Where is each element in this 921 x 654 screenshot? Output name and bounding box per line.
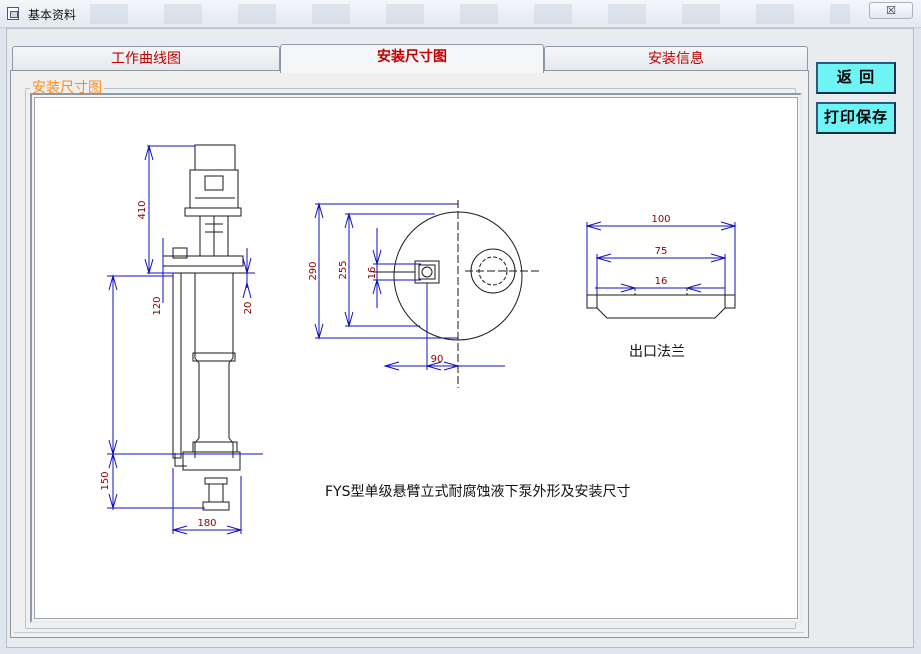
dim-290: 290 <box>308 261 319 280</box>
tab-work-curve[interactable]: 工作曲线图 <box>12 46 280 72</box>
tab-install-dimensions[interactable]: 安装尺寸图 <box>280 44 544 73</box>
drawing-frame: 410 120 20 150 180 290 255 16 90 100 75 … <box>30 93 802 623</box>
dim-16-top: 16 <box>367 267 378 280</box>
close-button[interactable]: ☒ <box>869 2 913 19</box>
dim-90: 90 <box>431 354 444 365</box>
tab-control: 工作曲线图 安装尺寸图 安装信息 安装尺寸图 410 120 20 150 18… <box>10 44 809 638</box>
dim-20: 20 <box>243 302 254 315</box>
dim-150: 150 <box>100 471 111 490</box>
bottom-divider <box>14 632 804 636</box>
back-button[interactable]: 返 回 <box>816 62 896 94</box>
dim-255: 255 <box>338 260 349 279</box>
dim-410: 410 <box>137 200 148 219</box>
dim-120: 120 <box>152 296 163 315</box>
tab-install-info[interactable]: 安装信息 <box>544 46 808 72</box>
background-ribbon-ghost <box>90 4 850 24</box>
dim-flange-16: 16 <box>655 276 668 287</box>
print-save-button[interactable]: 打印保存 <box>816 102 896 134</box>
title-bar: 基本资料 ☒ <box>0 0 921 28</box>
drawing-caption: FYS型单级悬臂立式耐腐蚀液下泵外形及安装尺寸 <box>325 484 631 500</box>
installation-drawing: 410 120 20 150 180 290 255 16 90 100 75 … <box>34 97 798 619</box>
flange-label: 出口法兰 <box>629 344 685 360</box>
dim-flange-75: 75 <box>655 246 668 257</box>
app-icon <box>7 7 19 20</box>
dim-flange-100: 100 <box>651 214 670 225</box>
window-title: 基本资料 <box>28 8 77 22</box>
dim-180: 180 <box>197 518 216 529</box>
